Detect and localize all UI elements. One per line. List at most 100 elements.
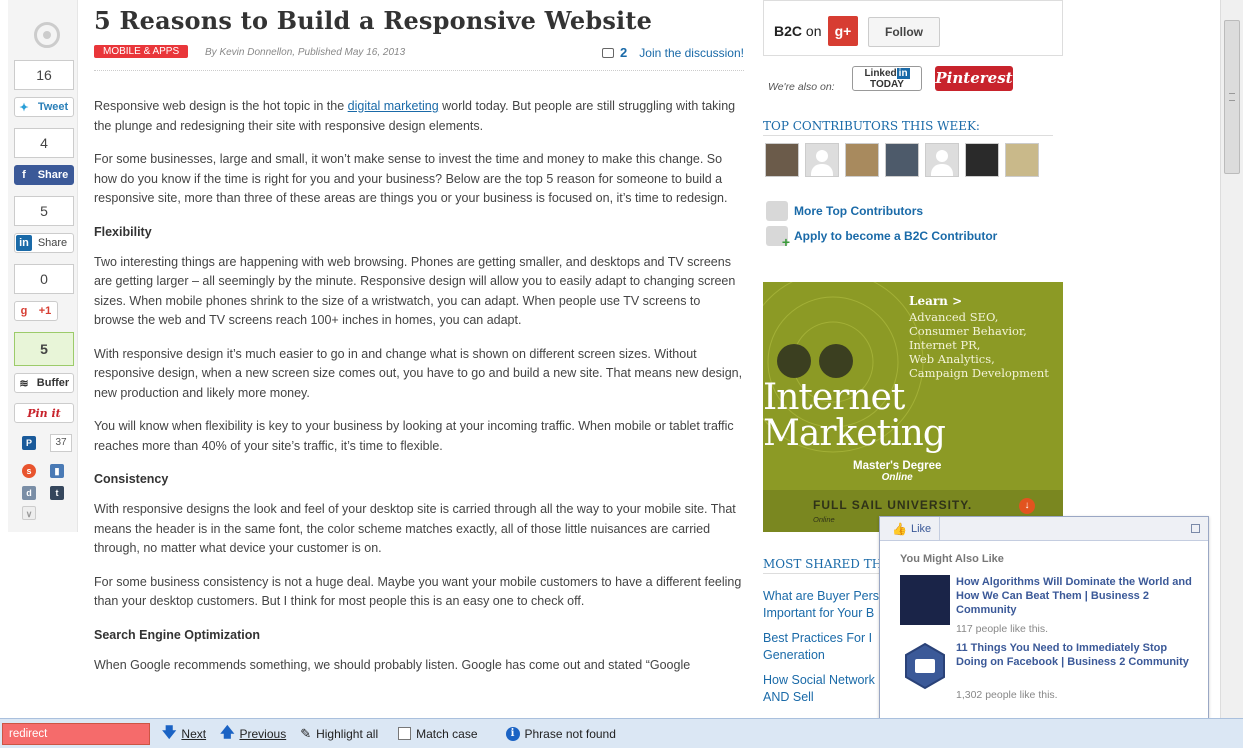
buffer-count: 5 — [14, 332, 74, 366]
article-meta: MOBILE & APPS By Kevin Donnellon, Publis… — [94, 43, 744, 71]
paragraph: With responsive design it’s much easier … — [94, 346, 743, 400]
highlight-all-button[interactable]: ✎ Highlight all — [298, 723, 380, 745]
facebook-icon: f — [22, 169, 26, 181]
minimize-icon[interactable] — [1191, 524, 1200, 533]
arrow-down-icon: 🡇 — [162, 723, 177, 740]
category-badge[interactable]: MOBILE & APPS — [94, 45, 189, 58]
google-plus-badge-icon[interactable]: g+ — [828, 16, 858, 46]
recommendation-thumbnail — [900, 641, 950, 691]
find-bar: 🡇 Next 🡅 Previous ✎ Highlight all Match … — [0, 718, 1243, 748]
more-share-chevron-icon[interactable]: ∨ — [22, 506, 36, 520]
recommendation-title[interactable]: 11 Things You Need to Immediately Stop D… — [956, 641, 1196, 669]
laptop-icon — [777, 344, 811, 378]
paragraph: For some business consistency is not a h… — [94, 574, 742, 609]
thumbs-down-badge-icon — [905, 642, 945, 690]
vertical-scrollbar[interactable] — [1220, 0, 1243, 718]
find-previous-button[interactable]: 🡅 Previous — [218, 723, 288, 745]
linkedin-today-button[interactable]: Linked in TODAY — [852, 66, 922, 91]
more-contributors-link[interactable]: More Top Contributors — [766, 201, 923, 221]
recommendation-thumbnail — [900, 575, 950, 625]
google-plus-label: +1 — [38, 305, 52, 317]
ad-headline-line: Internet — [763, 377, 905, 418]
google-plus-button[interactable]: g +1 — [14, 301, 58, 321]
paragraph: Two interesting things are happening wit… — [94, 254, 736, 328]
buffer-label: Buffer — [36, 377, 70, 389]
pin-count: 37 — [50, 434, 72, 452]
paragraph: Responsive web design is the hot topic i… — [94, 97, 744, 136]
paragraph: For some businesses, large and small, it… — [94, 152, 728, 205]
google-plus-follow-box: B2C on g+ Follow — [763, 0, 1063, 56]
thumbs-up-icon: 👍 — [892, 521, 907, 536]
linkedin-share-button[interactable]: in Share — [14, 233, 74, 253]
buffer-stack-icon: ≋ — [19, 377, 29, 390]
facebook-share-label: Share — [37, 169, 69, 181]
you-might-also-like-heading: You Might Also Like — [900, 553, 1004, 565]
pin-it-button[interactable]: Pin it — [14, 403, 74, 423]
discussion-link[interactable]: 2 Join the discussion! — [602, 45, 744, 60]
match-case-label: Match case — [416, 726, 478, 741]
buffer-button[interactable]: ≋ Buffer — [14, 373, 74, 393]
recommendation-like-count: 1,302 people like this. — [956, 689, 1058, 701]
recommendation-title[interactable]: How Algorithms Will Dominate the World a… — [956, 575, 1196, 617]
find-next-label: Next — [181, 726, 207, 741]
avatar[interactable] — [805, 143, 839, 177]
ad-down-arrow-icon: ↓ — [1019, 498, 1035, 514]
browser-page: 16 ✦ Tweet 4 f Share 5 in Share 0 g +1 5… — [0, 0, 1243, 748]
find-next-button[interactable]: 🡇 Next — [160, 723, 208, 745]
stats-icon[interactable]: ▮ — [50, 464, 64, 478]
linkedin-count: 5 — [14, 196, 74, 226]
avatar[interactable] — [845, 143, 879, 177]
top-contributors-heading: TOP CONTRIBUTORS THIS WEEK: — [763, 119, 1053, 136]
apply-contributor-label: Apply to become a B2C Contributor — [794, 229, 998, 243]
article-title: 5 Reasons to Build a Responsive Website — [94, 6, 653, 35]
checkbox[interactable] — [398, 727, 412, 740]
avatar[interactable] — [925, 143, 959, 177]
ad-topic-list: Advanced SEO, Consumer Behavior, Interne… — [909, 310, 1049, 380]
tweet-count: 16 — [14, 60, 74, 90]
ad-topic: Advanced SEO, — [909, 310, 999, 324]
cursor-icon — [819, 344, 853, 378]
ad-headline: Internet Marketing — [763, 377, 946, 452]
apply-contributor-link[interactable]: Apply to become a B2C Contributor — [766, 226, 998, 250]
paragraph: When Google recommends something, we sho… — [94, 657, 691, 672]
add-person-icon — [766, 226, 790, 250]
paragraph: With responsive designs the look and fee… — [94, 502, 736, 555]
like-label: Like — [910, 522, 932, 535]
ad-topic: Campaign Development — [909, 366, 1049, 380]
pinterest-small-icon[interactable]: P — [22, 436, 36, 450]
ad-degree: Master's Degree Online — [853, 460, 941, 483]
linkedin-today-logo: Linked in — [853, 68, 921, 79]
social-share-bar: 16 ✦ Tweet 4 f Share 5 in Share 0 g +1 5… — [8, 0, 78, 532]
contributor-avatars — [765, 143, 1039, 177]
facebook-popup-header: 👍 Like — [880, 516, 1208, 541]
avatar[interactable] — [1005, 143, 1039, 177]
facebook-like-button[interactable]: 👍 Like — [888, 516, 941, 541]
scrollbar-thumb[interactable] — [1224, 20, 1240, 174]
linkedin-share-label: Share — [37, 237, 68, 249]
facebook-share-button[interactable]: f Share — [14, 165, 74, 185]
comment-bubble-icon — [602, 47, 615, 58]
info-icon: i — [505, 726, 520, 741]
digg-icon[interactable]: d — [22, 486, 36, 500]
match-case-checkbox[interactable]: Match case — [396, 723, 479, 745]
linkedin-icon: in — [16, 235, 32, 251]
avatar[interactable] — [885, 143, 919, 177]
ad-topic: Web Analytics, — [909, 352, 995, 366]
stumbleupon-icon[interactable]: s — [22, 464, 36, 478]
find-input[interactable] — [2, 722, 150, 745]
brand-on-label: B2C on — [774, 23, 821, 39]
section-heading-flexibility: Flexibility — [94, 224, 152, 239]
facebook-count: 4 — [14, 128, 74, 158]
avatar[interactable] — [965, 143, 999, 177]
follow-button[interactable]: Follow — [868, 17, 940, 47]
avatar[interactable] — [765, 143, 799, 177]
more-contributors-label: More Top Contributors — [794, 204, 924, 218]
tumblr-icon[interactable]: t — [50, 486, 64, 500]
tweet-button[interactable]: ✦ Tweet — [14, 97, 74, 117]
paragraph: You will know when flexibility is key to… — [94, 419, 734, 453]
digital-marketing-link[interactable]: digital marketing — [348, 99, 439, 113]
google-plus-count: 0 — [14, 264, 74, 294]
linkedin-in-mark: in — [896, 68, 910, 79]
pinterest-button[interactable]: Pinterest — [935, 66, 1013, 91]
full-sail-ad[interactable]: Learn > Advanced SEO, Consumer Behavior,… — [763, 282, 1063, 532]
